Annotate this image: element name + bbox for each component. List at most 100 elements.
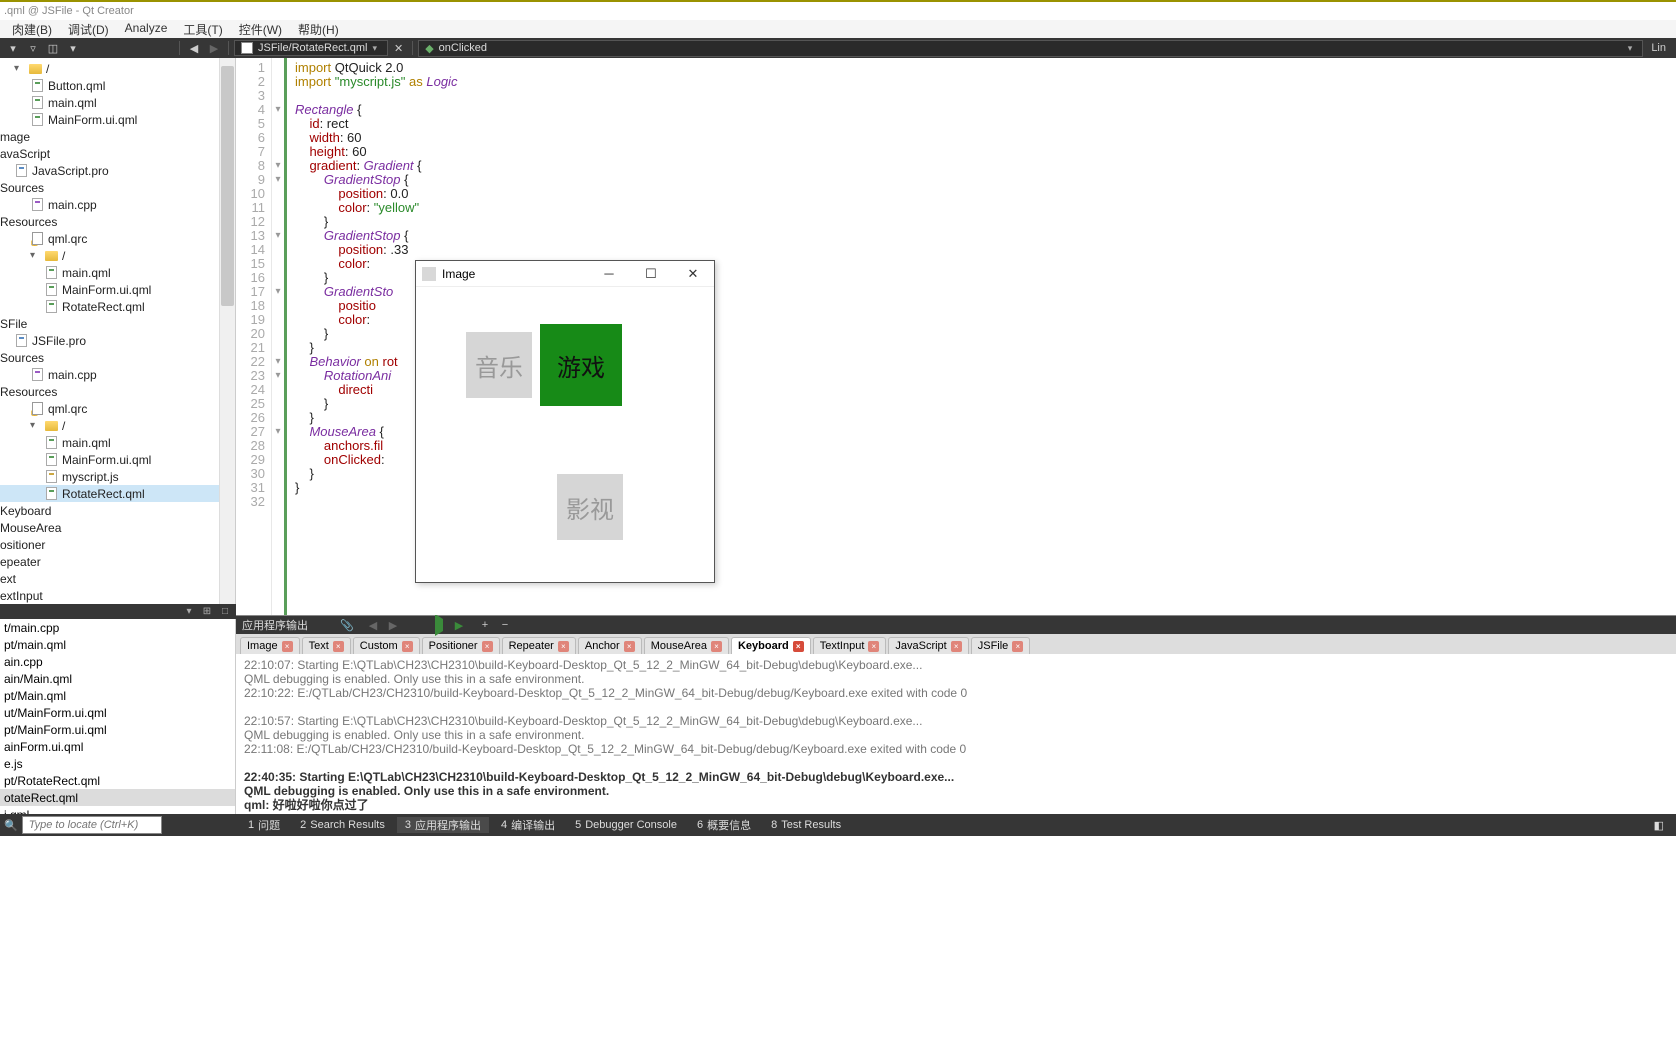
- close-icon[interactable]: ✕: [678, 266, 708, 282]
- tree-item[interactable]: JavaScript.pro: [0, 162, 219, 179]
- tree-header[interactable]: ositioner: [0, 536, 219, 553]
- fold-column[interactable]: ▾ ▾▾ ▾ ▾ ▾▾ ▾: [272, 58, 284, 615]
- minimize-icon[interactable]: ─: [594, 266, 624, 282]
- tree-item[interactable]: main.qml: [0, 94, 219, 111]
- scrollbar[interactable]: [219, 58, 235, 604]
- output-tab[interactable]: Keyboard×: [731, 637, 811, 654]
- locator-input[interactable]: [22, 816, 162, 834]
- open-doc-item[interactable]: ain.cpp: [0, 653, 235, 670]
- close-tab-icon[interactable]: ×: [711, 641, 722, 652]
- issue-tab[interactable]: 3应用程序输出: [397, 817, 489, 833]
- close-tab-icon[interactable]: ×: [558, 641, 569, 652]
- close-tab-icon[interactable]: ×: [868, 641, 879, 652]
- dropdown-icon[interactable]: ▾: [182, 606, 196, 618]
- run-icon[interactable]: [432, 619, 446, 631]
- tree-item[interactable]: MainForm.ui.qml: [0, 281, 219, 298]
- preview-tile[interactable]: 影视: [557, 474, 623, 540]
- issue-tab[interactable]: 1问题: [240, 817, 288, 833]
- tree-header[interactable]: Resources: [0, 213, 219, 230]
- close-tab-icon[interactable]: ×: [1012, 641, 1023, 652]
- tree-header[interactable]: SFile: [0, 315, 219, 332]
- open-doc-item[interactable]: i.qml: [0, 806, 235, 814]
- issue-tab[interactable]: 5Debugger Console: [567, 819, 685, 831]
- plus-icon[interactable]: +: [478, 619, 492, 631]
- prev-icon[interactable]: ◀: [366, 619, 380, 632]
- tree-item[interactable]: RotateRect.qml: [0, 298, 219, 315]
- menu-item[interactable]: 肉建(B): [4, 20, 60, 38]
- tree-item[interactable]: MainForm.ui.qml: [0, 451, 219, 468]
- output-tab[interactable]: TextInput×: [813, 637, 887, 654]
- close-tab-icon[interactable]: ×: [333, 641, 344, 652]
- menu-item[interactable]: Analyze: [117, 20, 176, 38]
- output-tab[interactable]: Anchor×: [578, 637, 642, 654]
- tree-item[interactable]: MainForm.ui.qml: [0, 111, 219, 128]
- dropdown-arrow-icon[interactable]: ▾: [4, 40, 22, 56]
- open-doc-item[interactable]: pt/main.qml: [0, 636, 235, 653]
- issue-tab[interactable]: 2Search Results: [292, 819, 393, 831]
- menu-item[interactable]: 帮助(H): [290, 20, 347, 38]
- tree-header[interactable]: Sources: [0, 349, 219, 366]
- tree-header[interactable]: mage: [0, 128, 219, 145]
- open-doc-item[interactable]: pt/Main.qml: [0, 687, 235, 704]
- toggle-icon[interactable]: ◧: [1646, 819, 1672, 832]
- tree-item[interactable]: 🔒qml.qrc: [0, 400, 219, 417]
- tree-item[interactable]: Button.qml: [0, 77, 219, 94]
- sync-icon[interactable]: ◫: [44, 40, 62, 56]
- output-body[interactable]: 22:10:07: Starting E:\QTLab\CH23\CH2310\…: [236, 654, 1676, 814]
- tree-item[interactable]: ▾/: [0, 60, 219, 77]
- file-breadcrumb[interactable]: JSFile/RotateRect.qml ▾: [234, 40, 388, 56]
- tree-header[interactable]: ext: [0, 570, 219, 587]
- close-icon[interactable]: ✕: [390, 42, 407, 55]
- attach-icon[interactable]: 📎: [340, 619, 354, 632]
- image-preview-window[interactable]: Image ─ ☐ ✕ 音乐游戏影视: [415, 260, 715, 583]
- menu-item[interactable]: 调试(D): [60, 20, 117, 38]
- split-icon[interactable]: ⊞: [200, 606, 214, 618]
- filter-icon[interactable]: ▿: [24, 40, 42, 56]
- issue-tab[interactable]: 4编译输出: [493, 817, 563, 833]
- close-tab-icon[interactable]: ×: [282, 641, 293, 652]
- next-icon[interactable]: ▶: [386, 619, 400, 632]
- close-tab-icon[interactable]: ×: [402, 641, 413, 652]
- open-doc-item[interactable]: pt/MainForm.ui.qml: [0, 721, 235, 738]
- open-doc-item[interactable]: e.js: [0, 755, 235, 772]
- open-doc-item[interactable]: ut/MainForm.ui.qml: [0, 704, 235, 721]
- output-tab[interactable]: Repeater×: [502, 637, 576, 654]
- tree-item[interactable]: ▾/: [0, 417, 219, 434]
- nav-forward-icon[interactable]: ▶: [205, 40, 223, 56]
- tree-header[interactable]: Resources: [0, 383, 219, 400]
- open-doc-item[interactable]: otateRect.qml: [0, 789, 235, 806]
- close-tab-icon[interactable]: ×: [482, 641, 493, 652]
- preview-tile[interactable]: 游戏: [540, 324, 622, 406]
- output-tab[interactable]: Positioner×: [422, 637, 500, 654]
- open-doc-item[interactable]: t/main.cpp: [0, 619, 235, 636]
- open-doc-item[interactable]: ain/Main.qml: [0, 670, 235, 687]
- tree-header[interactable]: MouseArea: [0, 519, 219, 536]
- tree-item[interactable]: RotateRect.qml: [0, 485, 219, 502]
- debug-run-icon[interactable]: ▶: [452, 619, 466, 632]
- menu-item[interactable]: 工具(T): [175, 20, 230, 38]
- tree-header[interactable]: Sources: [0, 179, 219, 196]
- tree-item[interactable]: ▾/: [0, 247, 219, 264]
- output-tab[interactable]: MouseArea×: [644, 637, 729, 654]
- output-tab[interactable]: Text×: [302, 637, 351, 654]
- tree-item[interactable]: JSFile.pro: [0, 332, 219, 349]
- tree-item[interactable]: main.cpp: [0, 366, 219, 383]
- tree-item[interactable]: 🔒qml.qrc: [0, 230, 219, 247]
- issue-tab[interactable]: 6概要信息: [689, 817, 759, 833]
- output-tab[interactable]: JavaScript×: [888, 637, 968, 654]
- tree-item[interactable]: main.cpp: [0, 196, 219, 213]
- close-tab-icon[interactable]: ×: [951, 641, 962, 652]
- output-tab[interactable]: Image×: [240, 637, 300, 654]
- output-tab[interactable]: JSFile×: [971, 637, 1031, 654]
- tree-header[interactable]: Keyboard: [0, 502, 219, 519]
- tree-header[interactable]: epeater: [0, 553, 219, 570]
- preview-tile[interactable]: 音乐: [466, 332, 532, 398]
- preview-titlebar[interactable]: Image ─ ☐ ✕: [416, 261, 714, 287]
- tree-item[interactable]: main.qml: [0, 434, 219, 451]
- tree-header[interactable]: avaScript: [0, 145, 219, 162]
- split-icon[interactable]: ▾: [64, 40, 82, 56]
- menu-item[interactable]: 控件(W): [231, 20, 290, 38]
- tree-item[interactable]: main.qml: [0, 264, 219, 281]
- open-doc-item[interactable]: ainForm.ui.qml: [0, 738, 235, 755]
- symbol-breadcrumb[interactable]: ◆ onClicked ▾: [418, 40, 1643, 57]
